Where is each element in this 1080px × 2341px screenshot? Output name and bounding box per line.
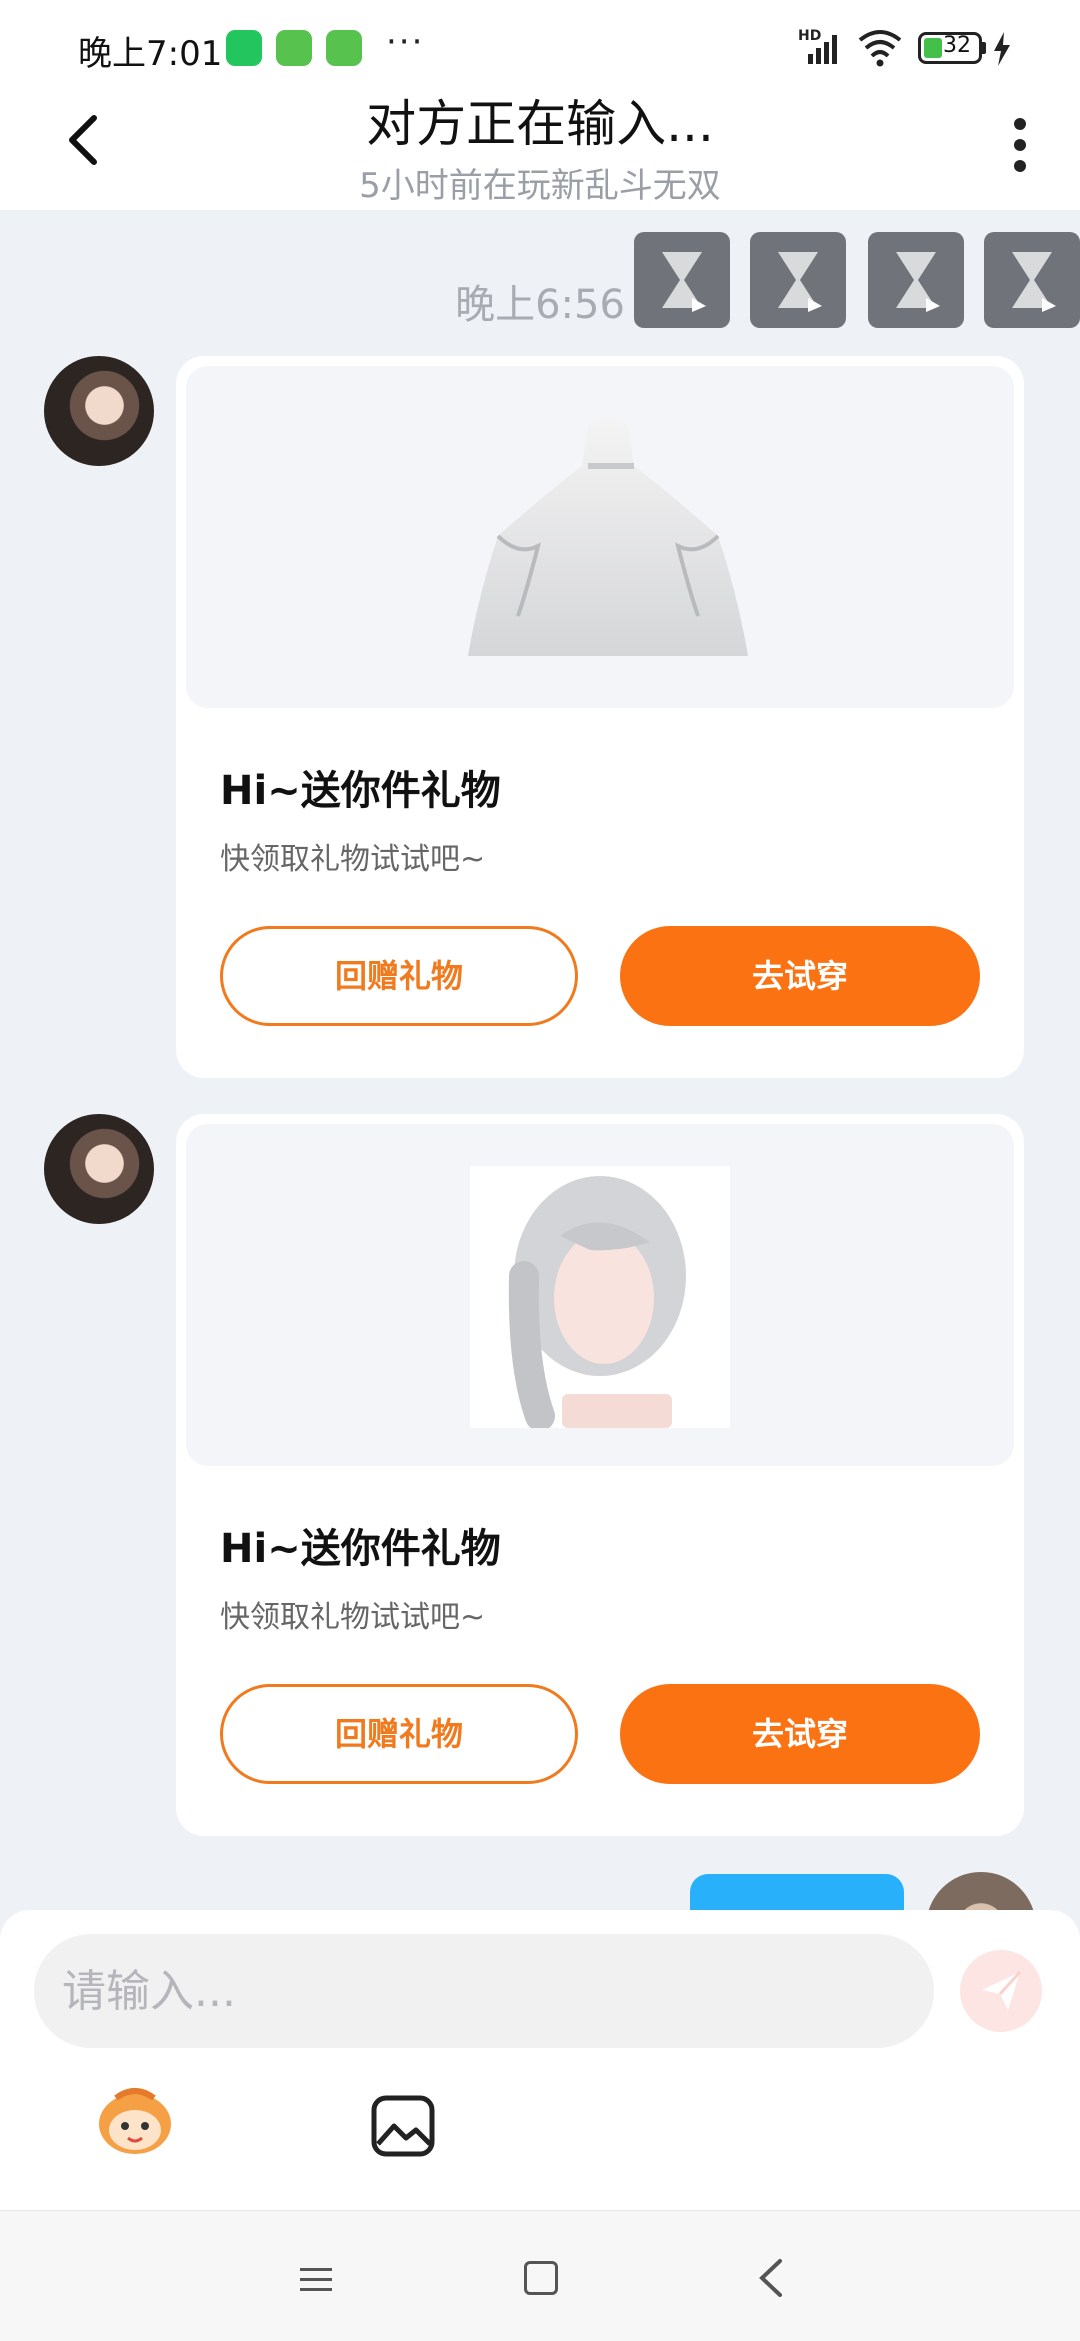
user-status: 5小时前在玩新乱斗无双 [359,166,721,206]
send-icon [982,1970,1022,2010]
home-icon[interactable] [524,2261,558,2295]
gift-description: 快领取礼物试试吧~ [220,1600,486,1635]
gift-image[interactable] [186,366,1014,708]
more-notifications-icon: ··· [386,22,425,62]
return-gift-button[interactable]: 回赠礼物 [220,1684,578,1784]
status-bar: 晚上7:01 ··· HD 32 [0,0,1080,90]
gift-title: Hi~送你件礼物 [220,1526,501,1572]
mascot-emoji-icon[interactable] [94,2084,176,2156]
sender-avatar[interactable] [44,1114,154,1224]
hourglass-play-button[interactable] [984,232,1080,328]
page-title: 对方正在输入... [366,95,714,153]
battery-icon: 32 [918,32,982,64]
more-options-icon[interactable] [1000,116,1040,174]
system-back-icon[interactable] [756,2257,786,2299]
hourglass-play-button[interactable] [634,232,730,328]
image-icon[interactable] [370,2094,436,2158]
try-on-button[interactable]: 去试穿 [620,1684,980,1784]
hourglass-icon [662,252,706,312]
hourglass-icon [778,252,822,312]
hourglass-play-button[interactable] [868,232,964,328]
hair-image [508,1176,686,1428]
return-gift-button[interactable]: 回赠礼物 [220,926,578,1026]
app-icon [276,30,312,66]
hourglass-icon [896,252,940,312]
gift-card: Hi~送你件礼物 快领取礼物试试吧~ 回赠礼物 去试穿 [176,356,1024,1078]
system-nav-bar [0,2210,1080,2341]
gift-description: 快领取礼物试试吧~ [220,842,486,877]
wechat-icon [226,30,262,66]
top-bar: 晚上7:01 ··· HD 32 对方正在输入... 5小时前在玩新乱斗无双 [0,0,1080,210]
battery-tip [982,42,986,54]
battery-level: 32 [943,33,971,58]
input-panel [0,1910,1080,2210]
sender-avatar[interactable] [44,356,154,466]
wifi-icon [858,30,902,67]
charging-icon [994,32,1010,66]
send-button[interactable] [960,1950,1042,2032]
dress-image [468,416,748,656]
signal-icon [808,35,837,64]
try-on-button[interactable]: 去试穿 [620,926,980,1026]
gift-image[interactable] [186,1124,1014,1466]
message-input[interactable] [34,1934,934,2048]
hourglass-play-button[interactable] [750,232,846,328]
gift-title: Hi~送你件礼物 [220,768,501,814]
gift-card: Hi~送你件礼物 快领取礼物试试吧~ 回赠礼物 去试穿 [176,1114,1024,1836]
app-icon [326,30,362,66]
hourglass-icon [1012,252,1056,312]
status-time: 晚上7:01 [78,34,223,74]
recent-apps-icon[interactable] [298,2261,334,2297]
